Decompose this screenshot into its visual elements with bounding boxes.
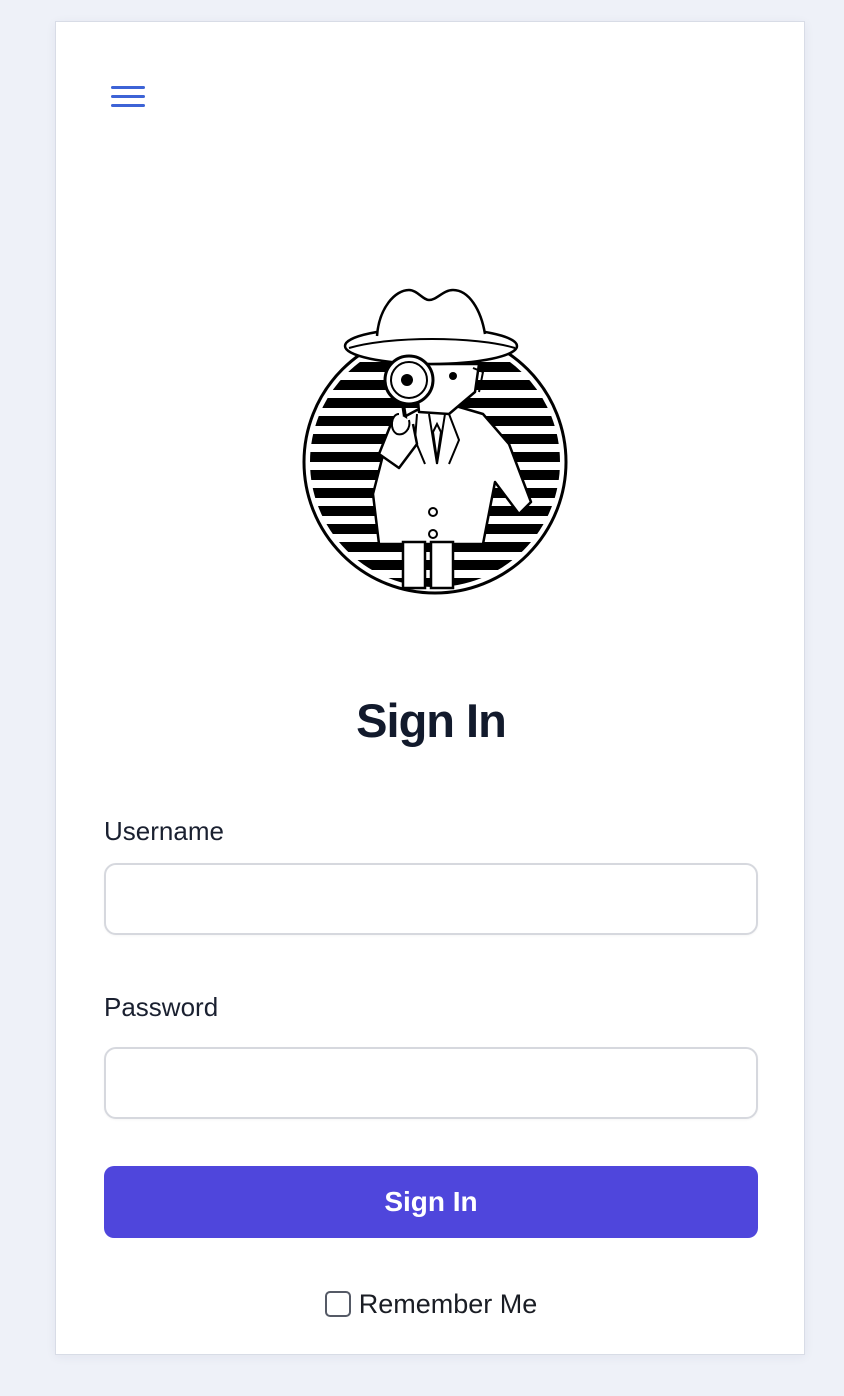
remember-me-label[interactable]: Remember Me — [359, 1288, 538, 1320]
password-input[interactable] — [104, 1047, 758, 1119]
menu-button[interactable] — [104, 76, 152, 116]
remember-me-row: Remember Me — [56, 1288, 806, 1320]
username-label: Username — [104, 816, 224, 846]
sign-in-button[interactable]: Sign In — [104, 1166, 758, 1238]
page-title: Sign In — [356, 694, 507, 747]
hamburger-menu-icon — [111, 86, 145, 107]
login-card: Sign In Username Password Sign In Rememb… — [55, 21, 805, 1355]
detective-with-magnifying-glass-icon — [302, 288, 568, 595]
password-label: Password — [104, 992, 219, 1022]
remember-me-checkbox[interactable] — [324, 1291, 351, 1317]
username-input[interactable] — [104, 863, 758, 935]
detective-logo — [299, 264, 569, 596]
